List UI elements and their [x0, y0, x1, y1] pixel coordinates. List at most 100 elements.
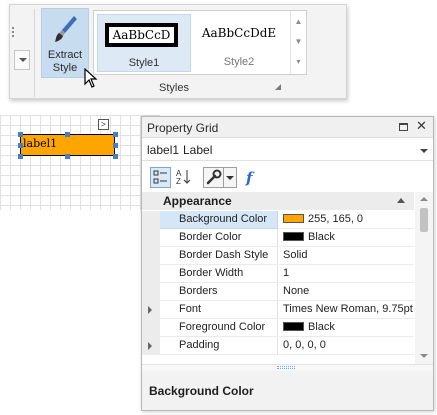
- property-row[interactable]: Border Width 1: [142, 265, 414, 283]
- expression-fx-icon[interactable]: f: [246, 169, 252, 187]
- property-row[interactable]: Border Dash Style Solid: [142, 247, 414, 265]
- row-gutter: [142, 337, 160, 355]
- property-value-text: 1: [283, 267, 290, 279]
- resize-handle[interactable]: [18, 143, 23, 148]
- property-value-text: Black: [308, 231, 335, 243]
- gallery-item-style2[interactable]: AaBbCcDdE Style2: [194, 14, 284, 72]
- extract-style-label: Extract Style: [47, 49, 83, 74]
- gallery-more-icon[interactable]: ▾: [291, 57, 306, 66]
- ribbon-group-caption: Styles: [159, 82, 189, 94]
- scroll-down-icon[interactable]: [420, 354, 428, 358]
- property-row[interactable]: Padding 0, 0, 0, 0: [142, 337, 414, 355]
- style2-preview: AaBbCcDdE: [201, 26, 277, 40]
- property-value-text: None: [283, 285, 310, 297]
- property-value[interactable]: 1: [279, 265, 414, 283]
- property-value[interactable]: 0, 0, 0, 0: [279, 337, 414, 355]
- vertical-scrollbar[interactable]: [415, 192, 433, 364]
- row-gutter: [142, 319, 160, 337]
- properties-dropdown-button[interactable]: [224, 167, 237, 188]
- category-row-appearance[interactable]: Appearance: [142, 192, 414, 210]
- dialog-launcher-icon[interactable]: [275, 84, 281, 90]
- property-name: Background Color: [160, 211, 278, 229]
- property-name: Border Width: [160, 265, 278, 283]
- property-value-text: Solid: [283, 249, 308, 261]
- alphabetical-icon: A Z: [176, 169, 191, 186]
- report-design-surface[interactable]: [0, 115, 160, 210]
- property-value[interactable]: Times New Roman, 9.75pt: [279, 301, 414, 319]
- resize-handle[interactable]: [113, 132, 118, 137]
- gallery-item-style1[interactable]: AaBbCcD Style1: [97, 14, 191, 72]
- resize-handle[interactable]: [65, 132, 70, 137]
- close-icon[interactable]: ✕: [416, 118, 427, 134]
- row-gutter: [142, 301, 160, 319]
- extract-style-button[interactable]: Extract Style: [41, 8, 89, 78]
- description-splitter[interactable]: [142, 364, 433, 371]
- resize-handle[interactable]: [18, 154, 23, 159]
- expand-arrow-icon[interactable]: [148, 306, 152, 314]
- ribbon-dropdown-button[interactable]: [14, 50, 30, 70]
- resize-handle[interactable]: [65, 154, 70, 159]
- property-name: Foreground Color: [160, 319, 278, 337]
- styles-gallery: AaBbCcD Style1 AaBbCcDdE Style2 ▲ ▼ ▾: [93, 10, 307, 75]
- panel-title-bar: Property Grid ✕: [142, 117, 433, 138]
- grip-icon: [277, 366, 295, 369]
- scroll-up-icon[interactable]: [420, 197, 428, 201]
- property-grid-toolbar: A Z f: [142, 163, 433, 191]
- ribbon-separator: [34, 9, 35, 97]
- property-name: Border Color: [160, 229, 278, 247]
- property-list: Appearance Background Color 255, 165, 0 Bo…: [142, 192, 433, 364]
- property-value[interactable]: 255, 165, 0: [279, 211, 414, 229]
- panel-title: Property Grid: [147, 121, 219, 135]
- selected-object-name: label1: [147, 143, 180, 157]
- gallery-scroll-up-icon[interactable]: ▲: [291, 17, 306, 26]
- brush-icon: [55, 16, 77, 42]
- color-swatch: [283, 321, 304, 331]
- resize-handle[interactable]: [18, 132, 23, 137]
- categorized-button[interactable]: [150, 167, 171, 188]
- ribbon-styles-page: Extract Style AaBbCcD Style1 AaBbCcDdE S…: [9, 4, 347, 99]
- collapse-icon[interactable]: [397, 198, 405, 203]
- property-row[interactable]: Font Times New Roman, 9.75pt: [142, 301, 414, 319]
- property-value[interactable]: Solid: [279, 247, 414, 265]
- maximize-icon[interactable]: [399, 123, 408, 131]
- selected-object-type: Label: [183, 143, 213, 157]
- row-gutter: [142, 265, 160, 283]
- description-panel: Background Color: [142, 371, 433, 410]
- properties-button[interactable]: [203, 167, 224, 188]
- style1-name: Style1: [128, 57, 160, 69]
- svg-text:Z: Z: [176, 177, 181, 186]
- expand-arrow-icon[interactable]: [148, 342, 152, 350]
- color-swatch: [283, 231, 304, 241]
- property-row[interactable]: Borders None: [142, 283, 414, 301]
- property-value[interactable]: Black: [279, 229, 414, 247]
- resize-handle[interactable]: [113, 154, 118, 159]
- object-selector[interactable]: label1 Label: [142, 139, 433, 161]
- property-value[interactable]: Black: [279, 319, 414, 337]
- description-title: Background Color: [149, 384, 254, 398]
- color-swatch: [283, 213, 304, 223]
- resize-handle[interactable]: [113, 143, 118, 148]
- categorized-icon: [153, 170, 167, 184]
- label-control[interactable]: label1: [20, 134, 115, 156]
- smart-tag-button[interactable]: >: [98, 119, 109, 130]
- property-row[interactable]: Foreground Color Black: [142, 319, 414, 337]
- properties-wrench-icon: [206, 169, 222, 185]
- property-value[interactable]: None: [279, 283, 414, 301]
- row-gutter: [142, 229, 160, 247]
- dropdown-arrow-icon: [226, 176, 234, 180]
- property-value-text: 255, 165, 0: [308, 213, 364, 225]
- property-name: Border Dash Style: [160, 247, 278, 265]
- style2-name: Style2: [223, 56, 255, 68]
- scrollbar-thumb[interactable]: [420, 208, 428, 232]
- row-gutter: [142, 247, 160, 265]
- row-gutter: [142, 283, 160, 301]
- property-row[interactable]: Background Color 255, 165, 0: [142, 211, 414, 229]
- ribbon-group-dots: [12, 27, 14, 37]
- gallery-scroll-down-icon[interactable]: ▼: [291, 37, 306, 46]
- row-gutter: [142, 211, 160, 229]
- chevron-down-icon: [420, 149, 428, 153]
- property-row[interactable]: Border Color Black: [142, 229, 414, 247]
- chevron-down-icon: [19, 58, 27, 62]
- alphabetical-button[interactable]: A Z: [174, 167, 195, 188]
- property-name: Borders: [160, 283, 278, 301]
